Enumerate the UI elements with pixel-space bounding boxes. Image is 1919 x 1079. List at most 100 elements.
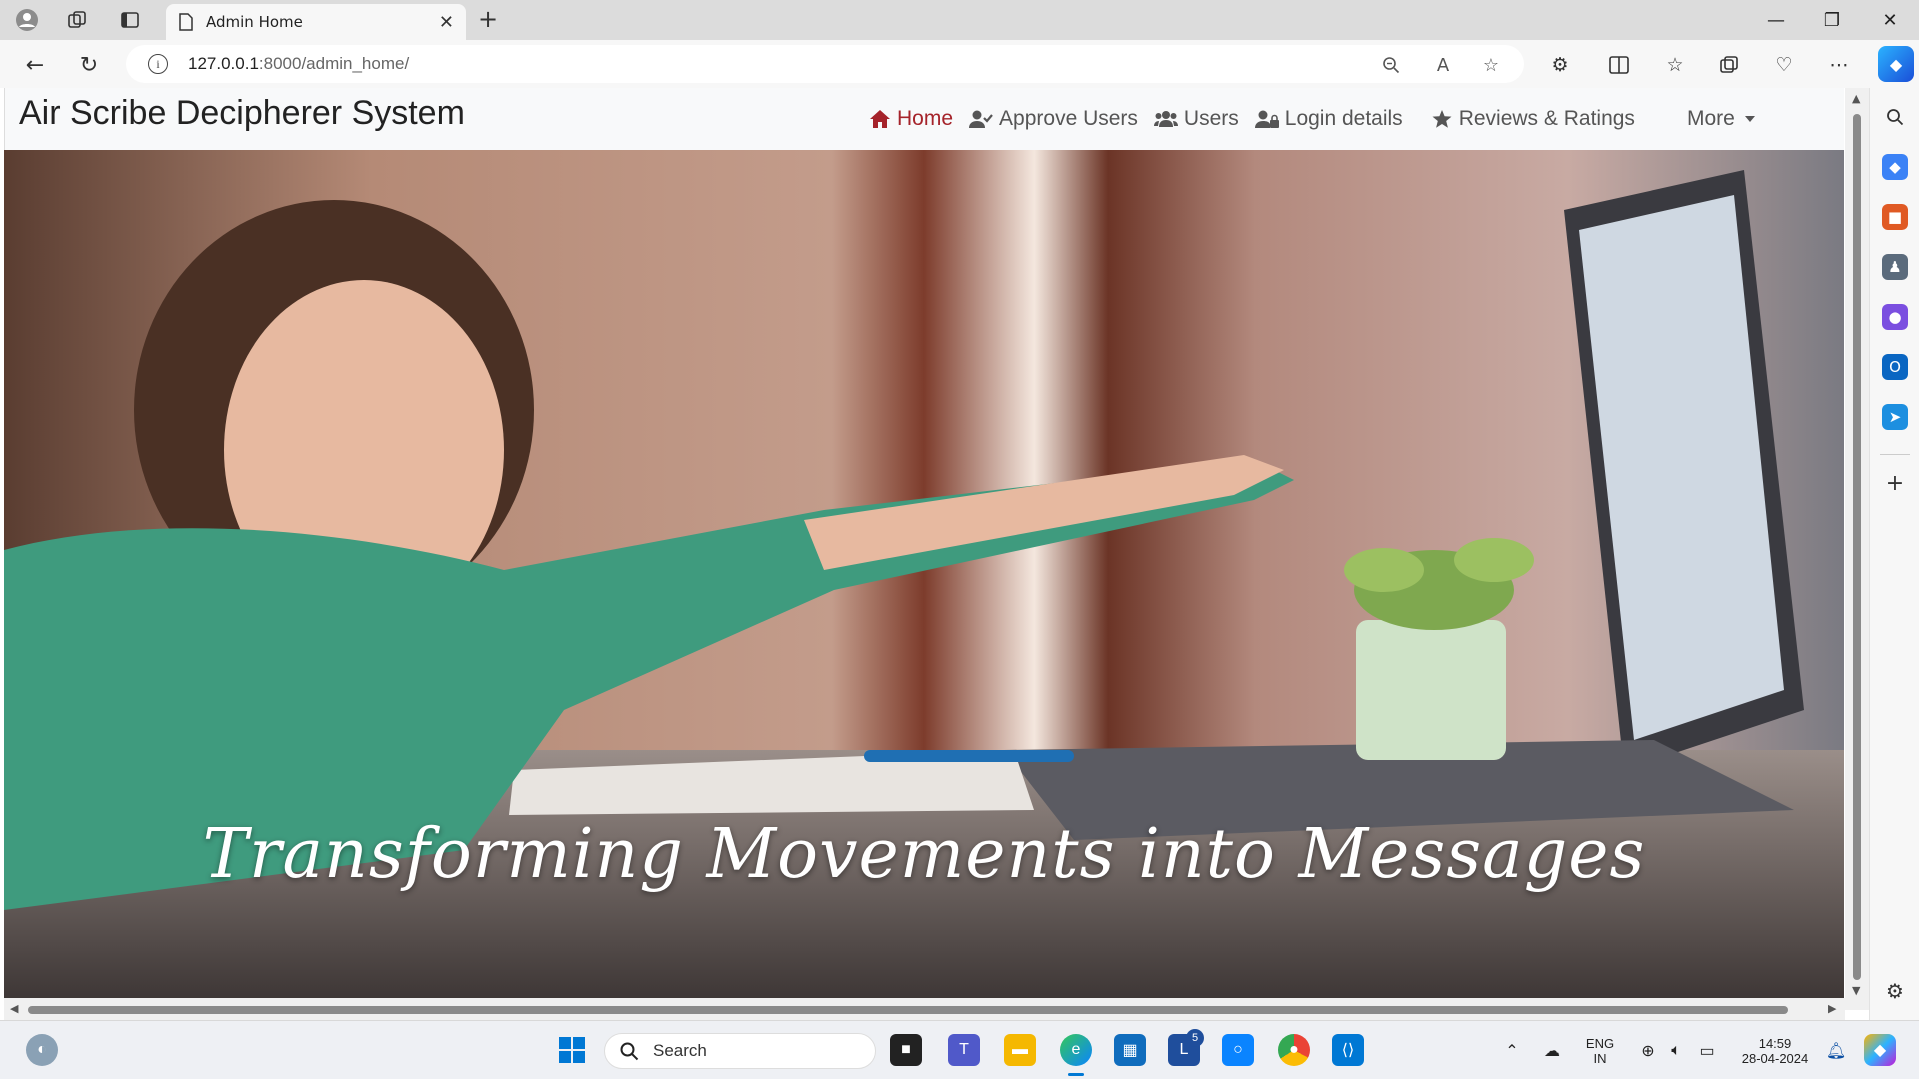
nav-home[interactable]: Home bbox=[869, 107, 953, 131]
more-options-icon[interactable]: ⋯ bbox=[1824, 50, 1854, 80]
site-navbar: Air Scribe Decipherer System Home Approv… bbox=[4, 88, 1844, 150]
user-lock-icon bbox=[1254, 110, 1279, 128]
tray-overflow-icon[interactable]: ⌃ bbox=[1500, 1021, 1524, 1079]
close-window-icon[interactable]: ✕ bbox=[1862, 0, 1918, 40]
nav-approve-users[interactable]: Approve Users bbox=[969, 107, 1138, 131]
page-icon bbox=[179, 13, 193, 31]
page-viewport: Air Scribe Decipherer System Home Approv… bbox=[0, 88, 1869, 1020]
read-aloud-icon[interactable]: A bbox=[1430, 52, 1456, 78]
settings-gear-icon[interactable]: ⚙ bbox=[1882, 978, 1908, 1004]
battery-icon[interactable]: ▭ bbox=[1694, 1021, 1720, 1079]
restore-icon[interactable]: ❐ bbox=[1804, 0, 1860, 40]
horizontal-scroll-thumb[interactable] bbox=[28, 1006, 1788, 1014]
teams-icon[interactable]: T bbox=[948, 1034, 980, 1066]
brand-title[interactable]: Air Scribe Decipherer System bbox=[19, 94, 465, 133]
sidebar-search-icon[interactable] bbox=[1882, 104, 1908, 130]
chrome-icon[interactable]: ● bbox=[1278, 1034, 1310, 1066]
collections-icon[interactable] bbox=[1714, 50, 1744, 80]
search-icon bbox=[620, 1042, 639, 1061]
nav-users-label: Users bbox=[1183, 107, 1239, 130]
outlook-icon[interactable]: O bbox=[1882, 354, 1908, 380]
minimize-icon[interactable]: — bbox=[1748, 0, 1804, 40]
add-icon[interactable]: + bbox=[1882, 470, 1908, 496]
scroll-up-icon[interactable]: ▲ bbox=[1852, 92, 1860, 105]
games-chess-icon[interactable]: ♟ bbox=[1882, 254, 1908, 280]
notification-badge: 5 bbox=[1186, 1029, 1204, 1047]
zoom-icon[interactable] bbox=[1378, 52, 1404, 78]
send-icon[interactable]: ➤ bbox=[1882, 404, 1908, 430]
users-icon bbox=[1153, 111, 1178, 127]
address-bar[interactable]: i 127.0.0.1:8000/admin_home/ A ☆ bbox=[126, 45, 1524, 83]
nav-login-details[interactable]: Login details bbox=[1254, 107, 1403, 131]
microsoft365-icon[interactable]: ● bbox=[1882, 304, 1908, 330]
vscode-icon[interactable]: ⟨⟩ bbox=[1332, 1034, 1364, 1066]
scroll-down-icon[interactable]: ▼ bbox=[1852, 984, 1860, 997]
url-text: 127.0.0.1:8000/admin_home/ bbox=[188, 54, 410, 73]
search-placeholder: Search bbox=[653, 1041, 707, 1060]
extensions-icon[interactable]: ⚙ bbox=[1545, 50, 1575, 80]
user-check-icon bbox=[969, 110, 993, 128]
weather-widget-icon[interactable]: ◐ bbox=[26, 1034, 58, 1066]
home-icon bbox=[870, 110, 890, 128]
task-view-icon[interactable]: ■ bbox=[890, 1034, 922, 1066]
profile-icon[interactable] bbox=[12, 5, 42, 35]
nav-home-label: Home bbox=[897, 107, 954, 130]
shopping-tag-icon[interactable]: ◆ bbox=[1882, 154, 1908, 180]
sidebar-divider bbox=[1880, 454, 1910, 455]
edge-sidebar: ◆ ■ ♟ ● O ➤ + ⚙ bbox=[1869, 88, 1919, 1020]
language-code: ENG bbox=[1585, 1035, 1615, 1051]
taskbar-search[interactable]: Search bbox=[604, 1033, 876, 1069]
start-windows-icon[interactable] bbox=[556, 1034, 588, 1066]
chevron-down-icon bbox=[1744, 116, 1755, 122]
back-icon[interactable]: ← bbox=[18, 48, 52, 82]
scroll-left-icon[interactable]: ◀ bbox=[10, 1002, 18, 1015]
scroll-right-icon[interactable]: ▶ bbox=[1828, 1002, 1836, 1015]
volume-icon[interactable]: 🔈︎ bbox=[1664, 1021, 1688, 1079]
region-code: IN bbox=[1593, 1050, 1607, 1066]
site-info-icon[interactable]: i bbox=[148, 54, 168, 74]
star-icon bbox=[1432, 110, 1452, 128]
vertical-tabs-icon[interactable] bbox=[115, 5, 145, 35]
browser-tab-bar: Admin Home ✕ + — ❐ ✕ bbox=[0, 0, 1919, 40]
nav-more-label: More bbox=[1687, 107, 1735, 130]
notification-bell-icon[interactable]: 🔔︎ bbox=[1824, 1021, 1848, 1079]
nav-reviews-ratings[interactable]: Reviews & Ratings bbox=[1431, 107, 1635, 131]
tab-admin-home[interactable]: Admin Home ✕ bbox=[166, 4, 466, 40]
windows-taskbar: ◐ Search ■ T ▬ e ▦ L 5 ○ ● ⟨⟩ ⌃ ☁ ENG IN… bbox=[0, 1020, 1919, 1079]
workspaces-icon[interactable] bbox=[62, 5, 92, 35]
close-tab-icon[interactable]: ✕ bbox=[439, 12, 454, 33]
vertical-scrollbar[interactable]: ▲ ▼ bbox=[1845, 88, 1869, 1010]
favorites-icon[interactable]: ☆ bbox=[1660, 50, 1690, 80]
edge-browser-icon[interactable]: e bbox=[1060, 1034, 1092, 1066]
vertical-scroll-thumb[interactable] bbox=[1853, 114, 1861, 980]
language-indicator[interactable]: ENG IN bbox=[1580, 1021, 1620, 1079]
cortana-icon[interactable]: ○ bbox=[1222, 1034, 1254, 1066]
nav-users[interactable]: Users bbox=[1153, 107, 1239, 131]
new-tab-icon[interactable]: + bbox=[478, 5, 498, 33]
nav-reviews-ratings-label: Reviews & Ratings bbox=[1458, 107, 1635, 130]
onedrive-cloud-icon[interactable]: ☁ bbox=[1538, 1021, 1566, 1079]
nav-menu: Home Approve Users Users Login details R… bbox=[869, 104, 1651, 134]
hero-banner: Transforming Movements into Messages bbox=[4, 150, 1844, 998]
horizontal-scrollbar[interactable]: ◀ ▶ bbox=[4, 998, 1845, 1020]
tab-title: Admin Home bbox=[206, 13, 303, 31]
microsoft-store-icon[interactable]: ▦ bbox=[1114, 1034, 1146, 1066]
copilot-taskbar-icon[interactable]: ◆ bbox=[1864, 1034, 1896, 1066]
split-screen-icon[interactable] bbox=[1604, 50, 1634, 80]
active-app-indicator bbox=[1068, 1073, 1084, 1076]
file-explorer-icon[interactable]: ▬ bbox=[1004, 1034, 1036, 1066]
nav-approve-users-label: Approve Users bbox=[999, 107, 1138, 130]
network-globe-icon[interactable]: ⊕ bbox=[1636, 1021, 1660, 1079]
refresh-icon[interactable]: ↻ bbox=[72, 48, 106, 82]
tools-briefcase-icon[interactable]: ■ bbox=[1882, 204, 1908, 230]
nav-login-details-label: Login details bbox=[1284, 107, 1403, 130]
browser-essentials-icon[interactable]: ♡ bbox=[1769, 50, 1799, 80]
clock-date: 28-04-2024 bbox=[1741, 1050, 1809, 1066]
address-toolbar: ← ↻ i 127.0.0.1:8000/admin_home/ A ☆ ⚙ ☆… bbox=[0, 40, 1919, 88]
clock-time: 14:59 bbox=[1758, 1035, 1792, 1051]
hero-headline: Transforming Movements into Messages bbox=[202, 815, 1646, 894]
nav-more-dropdown[interactable]: More bbox=[1687, 104, 1755, 134]
copilot-icon[interactable]: ◆ bbox=[1878, 46, 1914, 82]
clock[interactable]: 14:59 28-04-2024 bbox=[1730, 1021, 1820, 1079]
favorite-star-icon[interactable]: ☆ bbox=[1478, 52, 1504, 78]
